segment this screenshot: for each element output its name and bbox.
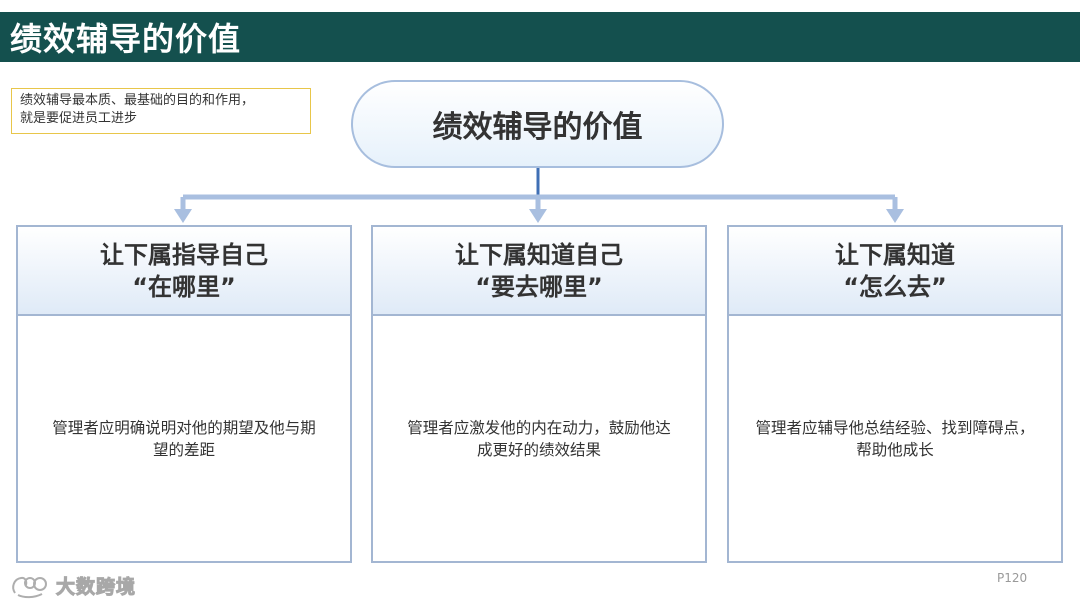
card-title-line-1: 让下属知道: [835, 240, 955, 269]
card-body-line-1: 管理者应激发他的内在动力，鼓励他达: [407, 418, 671, 437]
card-where: 让下属指导自己 “在哪里” 管理者应明确说明对他的期望及他与期 望的差距: [16, 225, 352, 563]
card-body-text: 管理者应辅导他总结经验、找到障碍点， 帮助他成长: [740, 417, 1050, 461]
card-body: 管理者应明确说明对他的期望及他与期 望的差距: [18, 316, 350, 561]
title-bar: 绩效辅导的价值: [0, 12, 1080, 62]
card-title-line-2: “怎么去”: [843, 272, 947, 301]
card-title-line-2: “要去哪里”: [475, 272, 603, 301]
card-body-line-2: 望的差距: [152, 440, 215, 459]
arrow-mid: [529, 209, 547, 223]
card-header: 让下属指导自己 “在哪里”: [18, 227, 350, 316]
card-body-line-2: 帮助他成长: [856, 440, 934, 459]
watermark-text: 大数跨境: [55, 576, 137, 599]
watermark-logo-icon: [12, 576, 47, 598]
central-node: 绩效辅导的价值: [351, 80, 724, 168]
card-body-line-1: 管理者应辅导他总结经验、找到障碍点，: [755, 418, 1035, 437]
card-body: 管理者应激发他的内在动力，鼓励他达 成更好的绩效结果: [373, 316, 705, 561]
card-how-to-go: 让下属知道 “怎么去” 管理者应辅导他总结经验、找到障碍点， 帮助他成长: [727, 225, 1063, 563]
card-body: 管理者应辅导他总结经验、找到障碍点， 帮助他成长: [729, 316, 1061, 561]
note-line-1: 绩效辅导最本质、最基础的目的和作用，: [20, 93, 255, 108]
page-number: P120: [997, 571, 1028, 585]
card-body-text: 管理者应明确说明对他的期望及他与期 望的差距: [29, 417, 339, 461]
watermark: 大数跨境: [10, 572, 136, 599]
card-header: 让下属知道 “怎么去”: [729, 227, 1061, 316]
card-title-line-2: “在哪里”: [132, 272, 236, 301]
page-title: 绩效辅导的价值: [10, 20, 242, 58]
card-title-line-1: 让下属知道自己: [455, 240, 623, 269]
central-node-label: 绩效辅导的价值: [432, 110, 643, 145]
note-box: 绩效辅导最本质、最基础的目的和作用， 就是要促进员工进步: [11, 88, 311, 134]
card-body-text: 管理者应激发他的内在动力，鼓励他达 成更好的绩效结果: [384, 417, 694, 461]
arrow-left: [174, 209, 192, 223]
card-header: 让下属知道自己 “要去哪里”: [373, 227, 705, 316]
note-line-2: 就是要促进员工进步: [20, 111, 138, 126]
card-where-to-go: 让下属知道自己 “要去哪里” 管理者应激发他的内在动力，鼓励他达 成更好的绩效结…: [371, 225, 707, 563]
card-body-line-1: 管理者应明确说明对他的期望及他与期: [52, 418, 316, 437]
arrow-right: [886, 209, 904, 223]
card-body-line-2: 成更好的绩效结果: [476, 440, 601, 459]
card-title-line-1: 让下属指导自己: [100, 240, 268, 269]
